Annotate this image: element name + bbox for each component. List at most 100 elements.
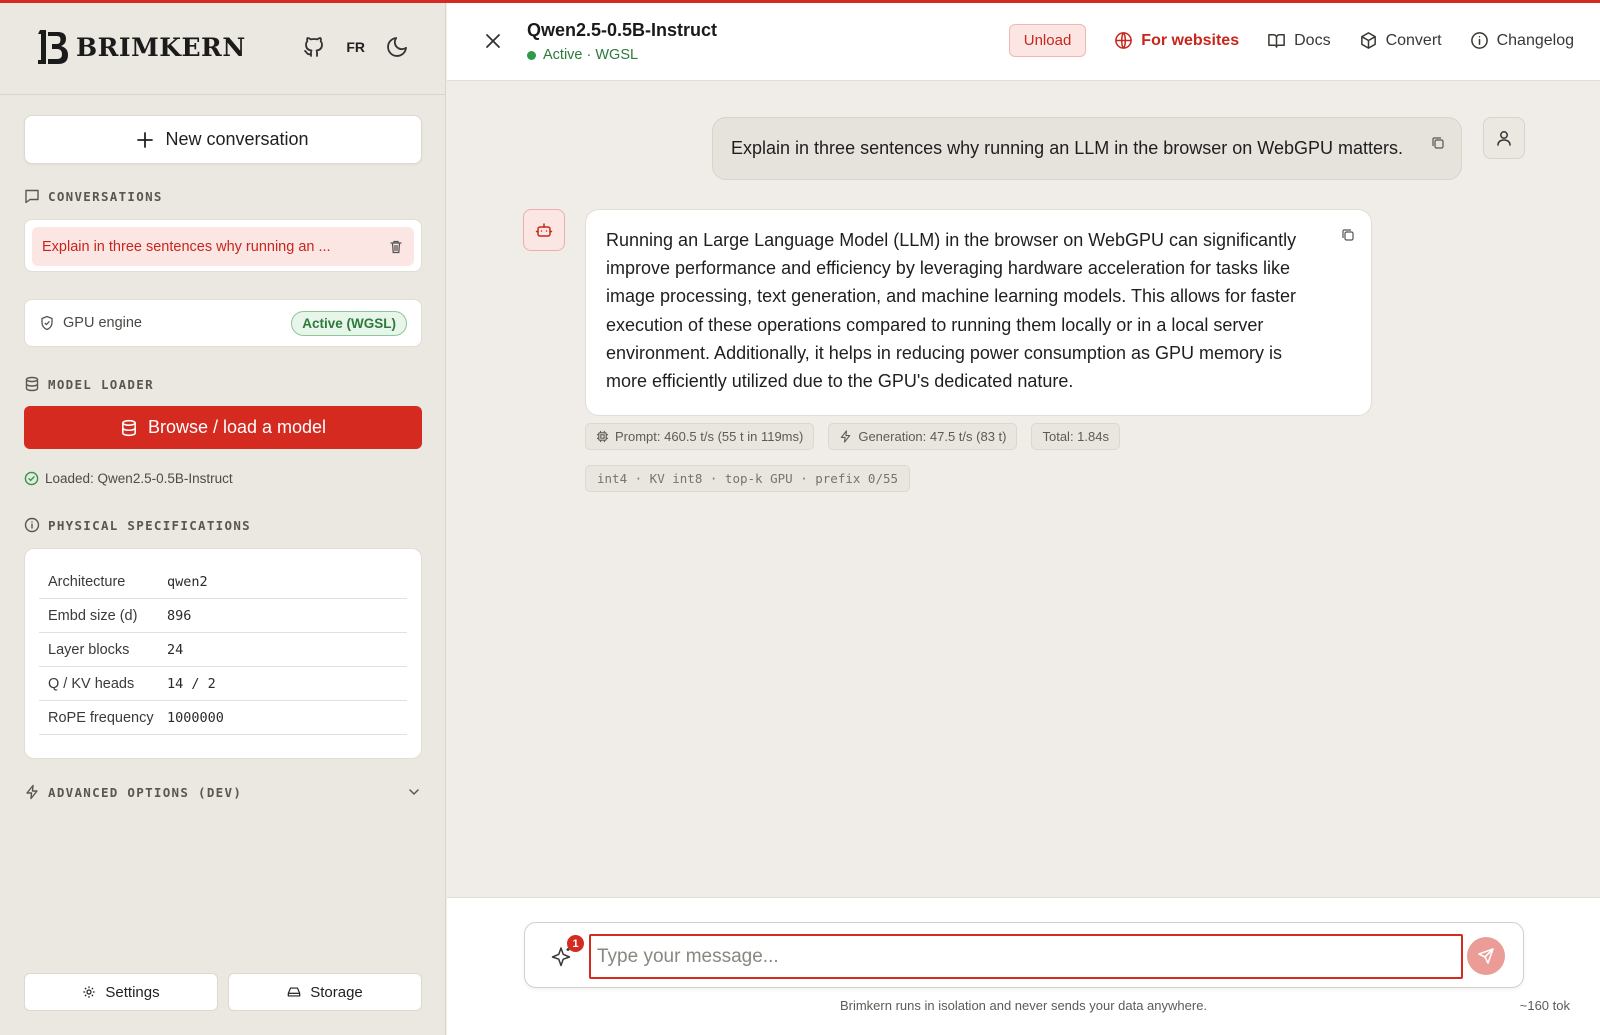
shield-check-icon — [41, 315, 53, 331]
generation-stat-text: Generation: 47.5 t/s (83 t) — [858, 429, 1007, 444]
prompt-stat: Prompt: 460.5 t/s (55 t in 119ms) — [585, 423, 815, 450]
chat-thread: Explain in three sentences why running a… — [447, 82, 1600, 897]
conversations-heading: CONVERSATIONS — [24, 188, 163, 204]
changelog-label: Changelog — [1496, 31, 1574, 49]
brand-name: BRIMKERN — [76, 32, 246, 62]
generation-stats: Prompt: 460.5 t/s (55 t in 119ms) Genera… — [585, 423, 1120, 450]
sidebar-header: BRIMKERN FR — [0, 0, 445, 95]
spec-value: 14 / 2 — [167, 675, 216, 692]
moon-icon[interactable] — [385, 35, 409, 59]
gpu-status-badge: Active (WGSL) — [291, 310, 407, 336]
model-loader-heading: MODEL LOADER — [24, 376, 154, 392]
model-header: Qwen2.5-0.5B-Instruct Active · WGSL Unlo… — [447, 3, 1600, 81]
browse-load-model-button[interactable]: Browse / load a model — [24, 406, 422, 449]
send-button[interactable] — [1467, 937, 1505, 975]
chevron-down-icon — [409, 789, 419, 796]
spec-value: qwen2 — [167, 573, 208, 590]
cpu-icon — [596, 430, 609, 443]
user-message-text: Explain in three sentences why running a… — [731, 138, 1404, 158]
gpu-engine-label: GPU engine — [63, 315, 142, 331]
gpu-engine-status: GPU engine Active (WGSL) — [24, 299, 422, 347]
spec-value: 24 — [167, 641, 184, 658]
privacy-note: Brimkern runs in isolation and never sen… — [839, 998, 1208, 1013]
status-dot — [527, 50, 536, 60]
physical-specs-title: PHYSICAL SPECIFICATIONS — [48, 517, 251, 533]
inference-config-tags: int4 · KV int8 · top-k GPU · prefix 0/55 — [585, 465, 911, 492]
composer-area: 1 Brimkern runs in isolation and never s… — [447, 897, 1600, 1035]
sidebar: BRIMKERN FR New conversation CONVERSATIO… — [0, 0, 446, 1035]
github-icon[interactable] — [302, 35, 326, 59]
conversation-item[interactable]: Explain in three sentences why running a… — [32, 227, 414, 266]
assistant-avatar — [523, 209, 565, 251]
spec-row: Architecture qwen2 — [39, 565, 407, 599]
model-name: Qwen2.5-0.5B-Instruct — [527, 20, 718, 40]
storage-label: Storage — [310, 983, 363, 1001]
spec-key: Q / KV heads — [48, 675, 135, 692]
conversation-item-label: Explain in three sentences why running a… — [42, 238, 331, 255]
top-accent-line — [0, 0, 1600, 3]
changelog-link[interactable]: Changelog — [1470, 31, 1574, 50]
total-stat-text: Total: 1.84s — [1042, 429, 1109, 444]
unload-button[interactable]: Unload — [1008, 24, 1087, 57]
conversations-title: CONVERSATIONS — [48, 188, 163, 204]
copy-icon[interactable] — [1341, 228, 1355, 242]
for-websites-label: For websites — [1141, 31, 1240, 49]
convert-link[interactable]: Convert — [1359, 31, 1442, 50]
brand-mark-icon — [38, 30, 68, 64]
spec-value: 1000000 — [167, 709, 224, 726]
chat-bubble-icon — [25, 189, 39, 204]
prompt-stat-text: Prompt: 460.5 t/s (55 t in 119ms) — [615, 429, 804, 444]
convert-label: Convert — [1385, 31, 1442, 49]
model-status: Active · WGSL — [527, 47, 638, 63]
trash-icon[interactable] — [388, 239, 404, 255]
message-input[interactable] — [589, 934, 1463, 979]
database-icon — [25, 376, 39, 392]
physical-specs-table: Architecture qwen2 Embd size (d) 896 Layer… — [24, 548, 422, 759]
total-stat: Total: 1.84s — [1031, 423, 1120, 450]
brand-logo[interactable]: BRIMKERN — [36, 28, 246, 66]
browse-load-model-label: Browse / load a model — [147, 417, 327, 437]
language-toggle[interactable]: FR — [346, 39, 365, 55]
package-icon — [1360, 32, 1376, 49]
model-loader-title: MODEL LOADER — [48, 376, 154, 392]
settings-label: Settings — [105, 983, 160, 1001]
spec-key: Layer blocks — [48, 641, 130, 658]
user-icon — [1497, 131, 1511, 146]
globe-icon — [1115, 32, 1133, 49]
loaded-model-label: Loaded: Qwen2.5-0.5B-Instruct — [45, 471, 233, 486]
new-conversation-label: New conversation — [165, 129, 309, 149]
hard-drive-icon — [287, 987, 301, 997]
spec-key: Embd size (d) — [48, 607, 138, 624]
for-websites-link[interactable]: For websites — [1114, 31, 1239, 50]
docs-label: Docs — [1294, 31, 1331, 49]
advanced-options-toggle[interactable]: ADVANCED OPTIONS (DEV) — [24, 784, 422, 800]
copy-icon[interactable] — [1431, 136, 1445, 150]
check-circle-icon — [24, 471, 39, 486]
conversation-list: Explain in three sentences why running a… — [24, 219, 422, 272]
lightning-icon — [26, 784, 38, 800]
token-estimate: ~160 tok — [1519, 998, 1570, 1013]
info-icon — [24, 517, 40, 533]
gear-icon — [83, 986, 96, 998]
storage-button[interactable]: Storage — [228, 973, 422, 1011]
assistant-message: Running an Large Language Model (LLM) in… — [585, 209, 1372, 416]
close-icon[interactable] — [483, 31, 503, 51]
model-status-text: Active · WGSL — [543, 47, 639, 63]
spec-key: RoPE frequency — [48, 709, 154, 726]
plus-icon — [137, 131, 154, 148]
main-panel: Qwen2.5-0.5B-Instruct Active · WGSL Unlo… — [447, 0, 1600, 1035]
message-composer: 1 — [524, 922, 1524, 988]
user-message: Explain in three sentences why running a… — [712, 117, 1462, 180]
notification-badge: 1 — [567, 935, 584, 952]
docs-link[interactable]: Docs — [1267, 31, 1331, 50]
send-icon — [1478, 948, 1494, 964]
generation-stat: Generation: 47.5 t/s (83 t) — [828, 423, 1018, 450]
new-conversation-button[interactable]: New conversation — [24, 115, 422, 164]
physical-specs-heading: PHYSICAL SPECIFICATIONS — [24, 517, 251, 533]
spec-value: 896 — [167, 607, 192, 624]
loaded-model-status: Loaded: Qwen2.5-0.5B-Instruct — [24, 471, 233, 486]
spec-row: Layer blocks 24 — [39, 633, 407, 667]
assistant-message-text: Running an Large Language Model (LLM) in… — [606, 230, 1297, 392]
info-icon — [1470, 32, 1488, 49]
settings-button[interactable]: Settings — [24, 973, 218, 1011]
